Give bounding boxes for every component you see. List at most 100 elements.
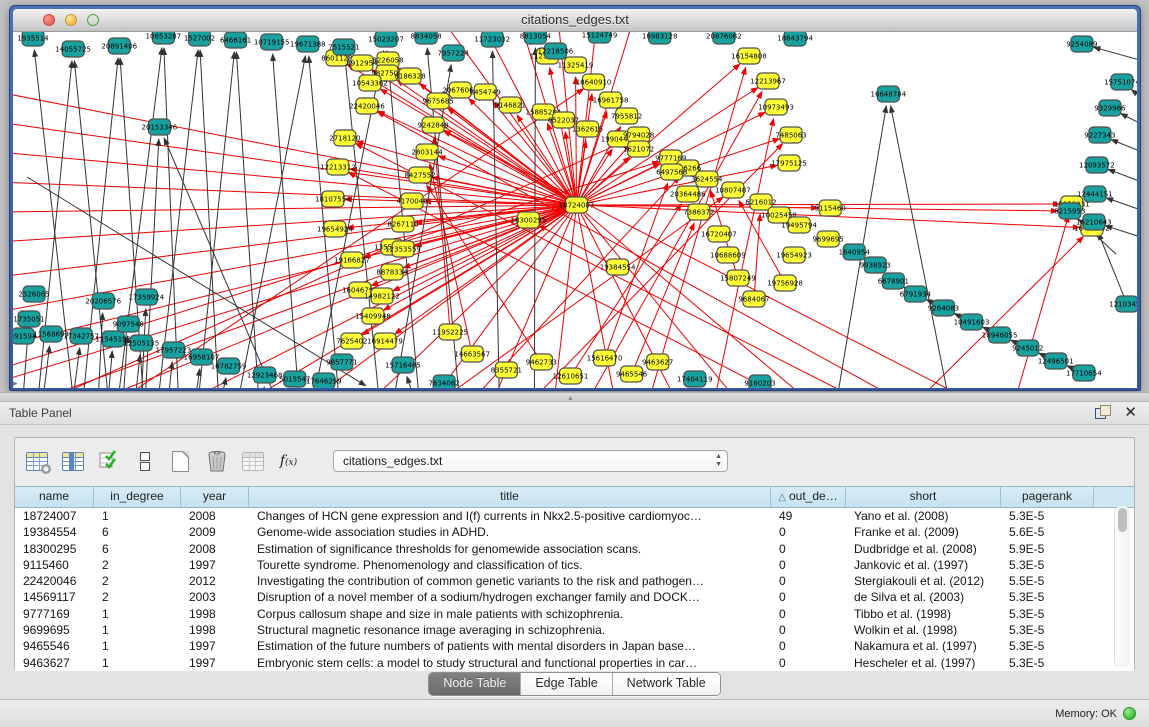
table-cell-title[interactable]: Tourette syndrome. Phenomenology and cla…: [249, 557, 771, 573]
table-cell-title[interactable]: Investigating the contribution of common…: [249, 573, 771, 589]
table-cell-out_degree[interactable]: 0: [771, 589, 846, 605]
graph-node[interactable]: 8878334: [376, 264, 408, 280]
graph-node[interactable]: 15023207: [368, 32, 404, 47]
table-cell-year[interactable]: 2008: [181, 541, 249, 557]
select-all-icon[interactable]: [95, 447, 122, 475]
table-cell-in_degree[interactable]: 1: [94, 622, 181, 638]
graph-node[interactable]: 9227343: [1084, 127, 1115, 143]
table-cell-title[interactable]: Changes of HCN gene expression and I(f) …: [249, 508, 771, 524]
graph-node[interactable]: 12923468: [247, 367, 283, 383]
column-header-out_degree[interactable]: △out_de…: [771, 487, 846, 507]
table-cell-in_degree[interactable]: 2: [94, 573, 181, 589]
table-cell-pagerank[interactable]: 5.3E-5: [1001, 638, 1094, 654]
table-cell-pagerank[interactable]: 5.9E-5: [1001, 541, 1094, 557]
graph-node[interactable]: 9242848: [418, 117, 449, 133]
graph-node[interactable]: 9675685: [423, 93, 454, 109]
graph-node[interactable]: 10688609: [710, 247, 746, 263]
graph-node[interactable]: 15751074: [1104, 74, 1137, 90]
graph-node[interactable]: 9245012: [1012, 340, 1043, 356]
table-cell-name[interactable]: 9115460: [15, 557, 94, 573]
graph-node[interactable]: 9254089: [1066, 36, 1097, 52]
table-row[interactable]: 1938455462009Genome-wide association stu…: [15, 524, 1134, 540]
table-cell-pagerank[interactable]: 5.3E-5: [1001, 606, 1094, 622]
table-cell-out_degree[interactable]: 49: [771, 508, 846, 524]
table-cell-out_degree[interactable]: 0: [771, 524, 846, 540]
network-canvas[interactable]: 1872400786011288912954822605898275098186…: [13, 32, 1137, 388]
graph-node[interactable]: 7485063: [775, 127, 806, 143]
graph-node[interactable]: 9160203: [744, 375, 775, 388]
show-column-icon[interactable]: [59, 447, 86, 475]
table-cell-pagerank[interactable]: 5.3E-5: [1001, 589, 1094, 605]
graph-node[interactable]: 15124749: [582, 32, 618, 43]
table-cell-in_degree[interactable]: 2: [94, 589, 181, 605]
graph-node[interactable]: 8267110: [387, 216, 418, 232]
graph-node[interactable]: 8215953: [1054, 203, 1085, 219]
column-header-short[interactable]: short: [846, 487, 1001, 507]
table-cell-in_degree[interactable]: 1: [94, 508, 181, 524]
table-cell-name[interactable]: 9777169: [15, 606, 94, 622]
graph-node[interactable]: 7634062: [429, 375, 460, 388]
table-cell-name[interactable]: 22420046: [15, 573, 94, 589]
table-cell-short[interactable]: Nakamura et al. (1997): [846, 638, 1001, 654]
graph-node[interactable]: 10653287: [146, 32, 182, 44]
graph-node[interactable]: 12213967: [750, 73, 786, 89]
function-builder-icon[interactable]: f(x): [275, 447, 302, 475]
table-cell-name[interactable]: 18724007: [15, 508, 94, 524]
graph-node[interactable]: 20206576: [85, 293, 121, 309]
graph-node[interactable]: 7386372: [683, 204, 714, 220]
table-cell-in_degree[interactable]: 1: [94, 655, 181, 671]
table-cell-out_degree[interactable]: 0: [771, 541, 846, 557]
table-cell-name[interactable]: 9699695: [15, 622, 94, 638]
splitter-grip-icon[interactable]: ▲: [567, 395, 575, 402]
memory-ok-indicator-icon[interactable]: [1123, 707, 1136, 720]
graph-node[interactable]: 15616470: [587, 350, 623, 366]
graph-node[interactable]: 2718120: [329, 130, 360, 146]
table-cell-year[interactable]: 2003: [181, 589, 249, 605]
table-cell-title[interactable]: Estimation of the future numbers of pati…: [249, 638, 771, 654]
graph-node[interactable]: 20876082: [706, 32, 742, 44]
graph-node[interactable]: 12103454: [1109, 296, 1137, 312]
graph-node[interactable]: 8186328: [394, 68, 425, 84]
table-cell-short[interactable]: Wolkin et al. (1998): [846, 622, 1001, 638]
table-cell-name[interactable]: 14569117: [15, 589, 94, 605]
table-cell-pagerank[interactable]: 5.5E-5: [1001, 573, 1094, 589]
table-cell-short[interactable]: Hescheler et al. (1997): [846, 655, 1001, 671]
graph-node[interactable]: 9684067: [738, 291, 769, 307]
table-cell-short[interactable]: Yano et al. (2008): [846, 508, 1001, 524]
table-cell-title[interactable]: Disruption of a novel member of a sodium…: [249, 589, 771, 605]
table-cell-pagerank[interactable]: 5.6E-5: [1001, 524, 1094, 540]
graph-node[interactable]: 2803144: [411, 144, 443, 160]
graph-node[interactable]: 9146821: [495, 97, 526, 113]
table-cell-year[interactable]: 2009: [181, 524, 249, 540]
close-window-icon[interactable]: [43, 14, 55, 26]
graph-node[interactable]: 7957224: [438, 45, 470, 61]
window-titlebar[interactable]: citations_edges.txt: [13, 9, 1137, 32]
graph-node[interactable]: 8813054: [520, 32, 552, 44]
graph-node[interactable]: 17975125: [771, 155, 807, 171]
graph-node[interactable]: 6678901: [878, 273, 909, 289]
table-cell-year[interactable]: 1997: [181, 655, 249, 671]
table-cell-name[interactable]: 9463627: [15, 655, 94, 671]
graph-node[interactable]: 15807249: [720, 270, 756, 286]
tab-network-table[interactable]: Network Table: [613, 673, 720, 695]
table-cell-out_degree[interactable]: 0: [771, 638, 846, 654]
graph-node[interactable]: 17404119: [677, 371, 713, 387]
delete-table-icon[interactable]: [203, 447, 230, 475]
graph-node[interactable]: 8355721: [491, 362, 522, 378]
table-cell-in_degree[interactable]: 6: [94, 524, 181, 540]
graph-node[interactable]: 1362615: [572, 121, 603, 137]
table-row[interactable]: 969969511998Structural magnetic resonanc…: [15, 622, 1134, 638]
panel-collapse-arrow-icon[interactable]: ▸: [13, 378, 18, 388]
graph-node[interactable]: 18640910: [576, 74, 612, 90]
vertical-scrollbar[interactable]: [1114, 506, 1130, 668]
scrollbar-thumb[interactable]: [1118, 508, 1127, 532]
tab-node-table[interactable]: Node Table: [429, 673, 521, 695]
graph-node[interactable]: 8427552: [404, 167, 435, 183]
graph-node[interactable]: 14663567: [454, 346, 490, 362]
zoom-window-icon[interactable]: [87, 14, 99, 26]
column-header-title[interactable]: title: [249, 487, 771, 507]
graph-node[interactable]: 16154808: [731, 48, 767, 64]
table-row[interactable]: 911546021997Tourette syndrome. Phenomeno…: [15, 557, 1134, 573]
table-cell-pagerank[interactable]: 5.3E-5: [1001, 655, 1094, 671]
graph-node[interactable]: 16961758: [593, 92, 629, 108]
